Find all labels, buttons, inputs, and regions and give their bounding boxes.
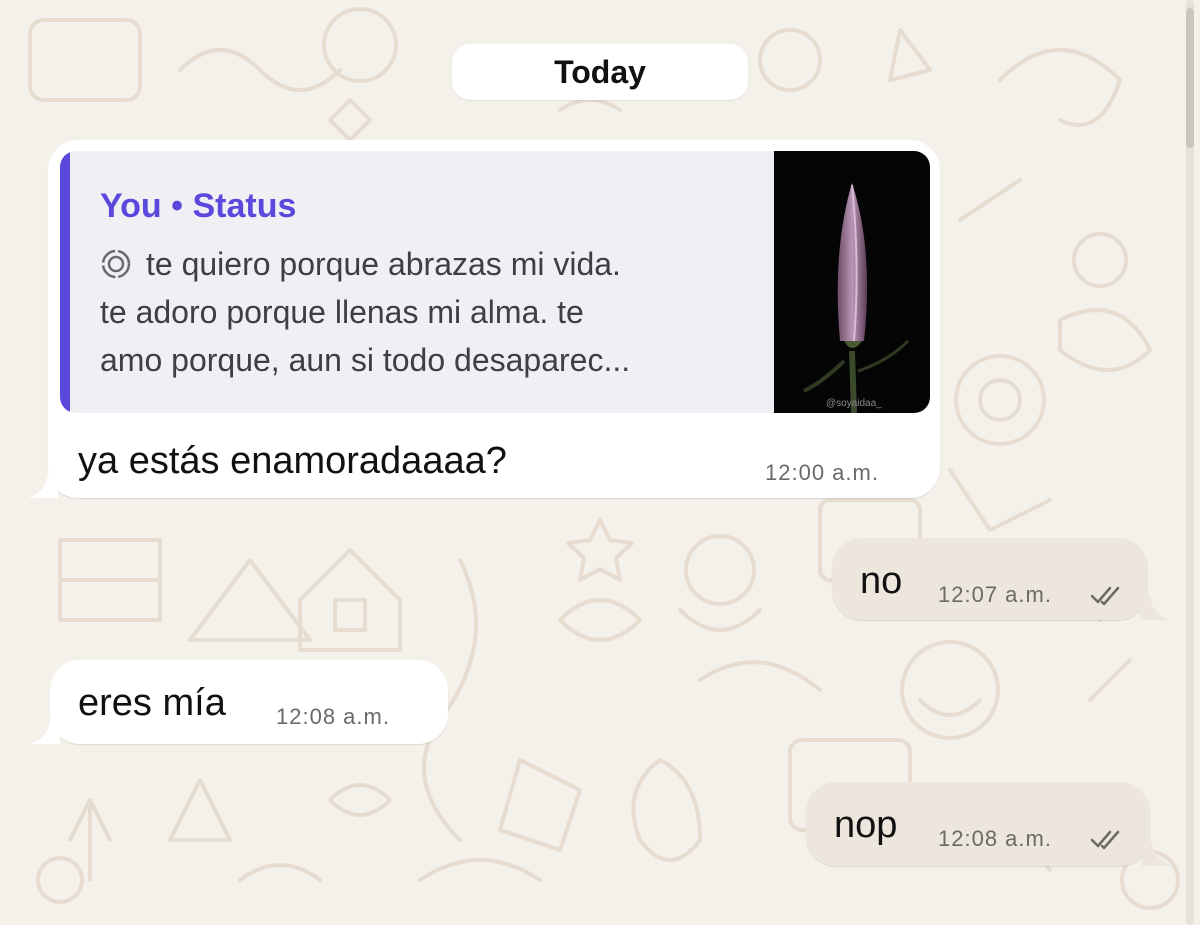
status-ring-icon (101, 249, 131, 279)
status-thumbnail[interactable]: @soyaidaa_ (774, 151, 930, 413)
message-time: 12:08 a.m. (276, 704, 390, 729)
message-text: eres mía (78, 682, 226, 724)
message-text: ya estás enamoradaaaa? (78, 440, 507, 482)
quote-preview-line: amo porque, aun si todo desaparec... (100, 342, 631, 378)
date-separator: Today (452, 44, 748, 100)
quote-author: You • Status (100, 187, 297, 225)
quoted-status[interactable]: You • Status te quiero porque abrazas mi… (60, 151, 930, 413)
date-separator-label: Today (554, 53, 646, 90)
quote-preview-line: te adoro porque llenas mi alma. te (100, 294, 584, 330)
quote-preview-line: te quiero porque abrazas mi vida. (146, 246, 621, 282)
bubble-tail (1142, 842, 1172, 866)
message-time: 12:08 a.m. (938, 826, 1052, 851)
bubble-tail (28, 474, 58, 498)
thumbnail-caption: @soyaidaa_ (826, 398, 882, 409)
message-text: no (860, 560, 903, 602)
scrollbar-thumb[interactable] (1186, 8, 1194, 148)
lily-image (803, 183, 910, 413)
message-time: 12:00 a.m. (765, 460, 879, 485)
quote-accent-bar (60, 151, 70, 413)
message-text: nop (834, 804, 898, 846)
double-check-icon (1090, 586, 1120, 606)
bubble-tail (30, 720, 60, 744)
message-time: 12:07 a.m. (938, 582, 1052, 607)
double-check-icon (1090, 830, 1120, 850)
bubble-tail (1140, 596, 1170, 620)
